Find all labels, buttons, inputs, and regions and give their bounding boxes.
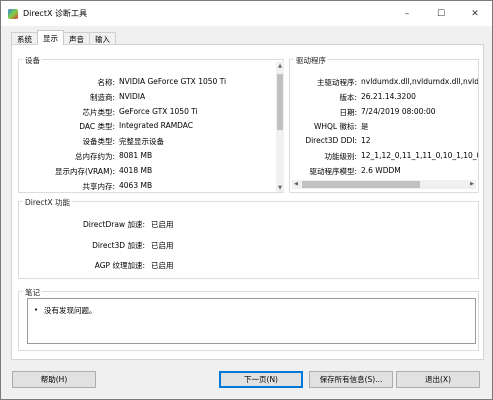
device-row-label: 名称: <box>97 78 115 87</box>
driver-row-value: 是 <box>361 122 369 132</box>
driver-group: 驱动程序 主驱动程序: nvldumdx.dll,nvldumdx.dll,nvl… <box>289 55 479 193</box>
feature-row-label: DirectDraw 加速: <box>83 220 145 229</box>
device-row-value: 8081 MB <box>119 151 153 160</box>
directx-features-group: DirectX 功能 DirectDraw 加速: 已启用 Direct3D 加速:… <box>18 197 479 279</box>
driver-row-value: 7/24/2019 08:00:00 <box>361 106 436 116</box>
directx-app-icon <box>8 8 18 19</box>
driver-row-value: 12 <box>361 136 371 146</box>
driver-row-value: 12_1,12_0,11_1,11_0,10_1,10_0,9_3,9_2 <box>361 151 478 160</box>
scroll-up-arrow-icon[interactable]: ▲ <box>276 62 284 70</box>
title-bar[interactable]: DirectX 诊断工具 – ☐ ✕ <box>1 1 492 26</box>
driver-row-label: 驱动程序模型: <box>309 166 357 176</box>
device-row-label: 制造商: <box>89 92 115 102</box>
note-text: 没有发现问题。 <box>44 306 97 315</box>
driver-row-label: 功能级别: <box>324 152 357 161</box>
scroll-thumb[interactable] <box>277 74 283 130</box>
device-row-value: 完整显示设备 <box>119 137 164 147</box>
feature-row-label: AGP 纹理加速: <box>94 261 145 270</box>
driver-row-label: 日期: <box>339 107 357 117</box>
driver-row-label: 主驱动程序: <box>316 78 357 87</box>
window-controls: – ☐ ✕ <box>390 1 492 26</box>
device-row-value: GeForce GTX 1050 Ti <box>119 106 198 116</box>
directx-features-title: DirectX 功能 <box>23 197 72 208</box>
device-row-label: 总内存约为: <box>74 152 115 161</box>
driver-row-label: 版本: <box>339 92 357 102</box>
driver-row-label: Direct3D DDI: <box>305 136 357 146</box>
feature-row-label: Direct3D 加速: <box>92 240 145 250</box>
window-title: DirectX 诊断工具 <box>23 9 87 18</box>
scroll-right-arrow-icon[interactable]: ▶ <box>468 180 476 188</box>
driver-row-value: 2.6 WDDM <box>361 165 401 175</box>
device-group-title: 设备 <box>23 55 42 66</box>
scroll-left-arrow-icon[interactable]: ◀ <box>292 180 300 188</box>
help-button[interactable]: 帮助(H) <box>12 371 96 388</box>
close-button[interactable]: ✕ <box>458 1 492 26</box>
directx-diagnostic-window: DirectX 诊断工具 – ☐ ✕ 系统 显示 声音 输入 设备 名称: NVI… <box>0 0 493 400</box>
device-row-value: 4018 MB <box>119 165 153 175</box>
device-vertical-scrollbar[interactable]: ▲ ▼ <box>276 62 284 192</box>
notes-textbox[interactable]: • 没有发现问题。 <box>27 298 476 344</box>
device-row-label: 芯片类型: <box>82 107 115 117</box>
device-row-value: 4063 MB <box>119 180 153 190</box>
device-row-label: DAC 类型: <box>79 122 115 132</box>
display-tab-panel: 设备 名称: NVIDIA GeForce GTX 1050 Ti 制造商: NVID… <box>11 44 484 360</box>
bullet-icon: • <box>34 306 39 314</box>
device-row-value: Integrated RAMDAC <box>119 121 194 131</box>
device-row-value: NVIDIA <box>119 91 146 101</box>
device-row-label: 共享内存: <box>82 181 115 191</box>
driver-row-value: 26.21.14.3200 <box>361 91 416 101</box>
device-group: 设备 名称: NVIDIA GeForce GTX 1050 Ti 制造商: NVID… <box>18 55 284 193</box>
notes-group-title: 笔记 <box>23 287 42 298</box>
device-row-label: 显示内存(VRAM): <box>54 166 115 176</box>
scroll-thumb[interactable] <box>302 181 420 188</box>
maximize-button[interactable]: ☐ <box>424 1 458 26</box>
driver-row-value: nvldumdx.dll,nvldumdx.dll,nvldumdx.d <box>361 77 478 86</box>
next-page-button[interactable]: 下一页(N) <box>219 371 303 388</box>
tab-display[interactable]: 显示 <box>37 30 64 45</box>
device-row-label: 设备类型: <box>82 137 115 147</box>
exit-button[interactable]: 退出(X) <box>396 371 480 388</box>
scroll-down-arrow-icon[interactable]: ▼ <box>276 184 284 192</box>
driver-horizontal-scrollbar[interactable]: ◀ ▶ <box>292 180 476 189</box>
tab-strip: 系统 显示 声音 输入 <box>11 30 116 45</box>
driver-row-label: WHQL 徽标: <box>313 122 357 132</box>
minimize-button[interactable]: – <box>390 1 424 26</box>
save-all-info-button[interactable]: 保存所有信息(S)... <box>309 371 393 388</box>
driver-info-list: 主驱动程序: nvldumdx.dll,nvldumdx.dll,nvldumdx… <box>290 60 478 178</box>
device-row-value: NVIDIA GeForce GTX 1050 Ti <box>119 77 227 86</box>
feature-row-value: 已启用 <box>151 220 174 229</box>
feature-row-value: 已启用 <box>151 240 174 250</box>
feature-row-value: 已启用 <box>151 261 174 270</box>
